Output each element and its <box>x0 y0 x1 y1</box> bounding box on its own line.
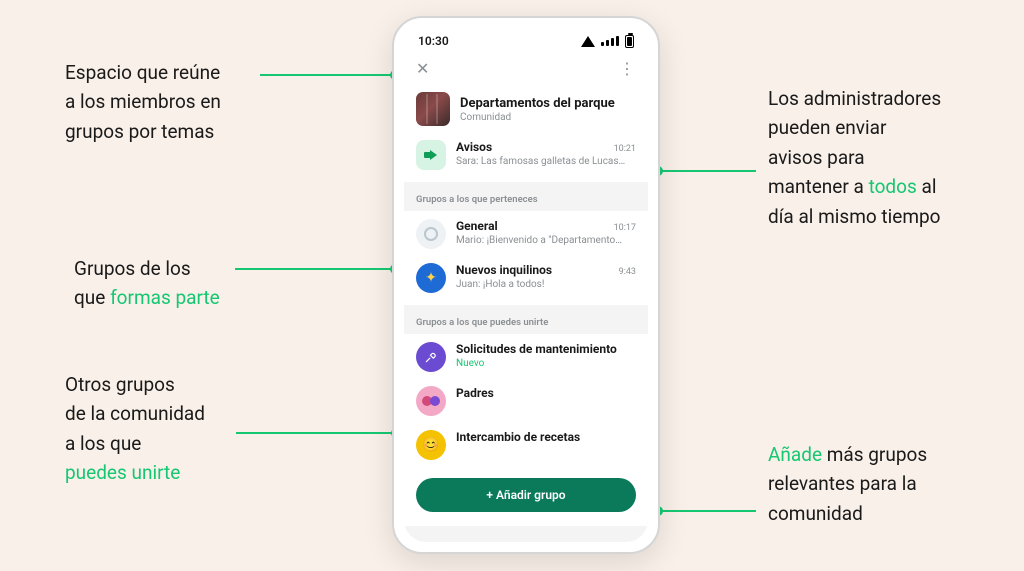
group-avatar-general <box>416 219 446 249</box>
section-label-member: Grupos a los que perteneces <box>404 182 648 211</box>
group-title: Nuevos inquilinos <box>456 263 552 277</box>
text: a los miembros en <box>65 90 221 113</box>
phone-frame: 10:30 ✕ ⋮ Departamentos del parque Comun… <box>392 16 660 554</box>
text: más grupos <box>822 443 927 466</box>
announcements-title: Avisos <box>456 140 492 154</box>
annotation-joinable-groups: Otros grupos de la comunidad a los que p… <box>65 370 205 488</box>
group-time: 9:43 <box>619 267 636 277</box>
app-top-bar: ✕ ⋮ <box>404 54 648 82</box>
group-preview: Mario: ¡Bienvenido a "Departamentos d… <box>456 235 626 246</box>
connector-line <box>658 170 756 172</box>
text: Otros grupos <box>65 373 175 396</box>
add-group-button[interactable]: + Añadir grupo <box>416 478 636 512</box>
group-avatar-maintenance <box>416 342 446 372</box>
signal-icon <box>601 36 619 46</box>
annotation-your-groups: Grupos de los que formas parte <box>74 254 220 313</box>
text: pueden enviar <box>768 116 886 139</box>
text: mantener a <box>768 175 869 198</box>
text: Los administradores <box>768 87 941 110</box>
text-highlight: formas parte <box>110 286 220 309</box>
group-avatar-tenants: ✦ <box>416 263 446 293</box>
connector-line <box>260 74 395 76</box>
group-row-mantenimiento[interactable]: Solicitudes de mantenimiento Nuevo <box>404 334 648 380</box>
community-title: Departamentos del parque <box>460 96 636 111</box>
group-tag-new: Nuevo <box>456 358 626 369</box>
community-header-card: Departamentos del parque Comunidad Aviso… <box>404 82 648 182</box>
section-label-joinable: Grupos a los que puedes unirte <box>404 305 648 334</box>
more-options-icon[interactable]: ⋮ <box>619 59 636 78</box>
text: grupos por temas <box>65 120 214 143</box>
community-subtitle: Comunidad <box>460 112 636 123</box>
group-time: 10:17 <box>614 223 636 233</box>
text-highlight: todos <box>869 175 917 198</box>
group-title: Intercambio de recetas <box>456 430 580 444</box>
connector-line <box>236 432 396 434</box>
text: de la comunidad <box>65 402 205 425</box>
group-row-nuevos-inquilinos[interactable]: ✦ Nuevos inquilinos 9:43 Juan: ¡Hola a t… <box>404 257 648 305</box>
annotation-admin-announcements: Los administradores pueden enviar avisos… <box>768 84 941 231</box>
group-preview: Juan: ¡Hola a todos! <box>456 279 626 290</box>
text: a los que <box>65 432 141 455</box>
community-header-row[interactable]: Departamentos del parque Comunidad <box>404 82 648 138</box>
tools-icon <box>424 350 438 364</box>
text-highlight: puedes unirte <box>65 461 180 484</box>
text: avisos para <box>768 146 865 169</box>
add-group-label: + Añadir grupo <box>486 488 565 502</box>
annotation-community-space: Espacio que reúne a los miembros en grup… <box>65 58 221 146</box>
group-row-padres[interactable]: Padres <box>404 380 648 424</box>
group-title: Solicitudes de mantenimiento <box>456 342 617 356</box>
group-title: General <box>456 219 498 233</box>
text: Espacio que reúne <box>65 61 220 84</box>
phone-screen: 10:30 ✕ ⋮ Departamentos del parque Comun… <box>404 28 648 542</box>
text-highlight: Añade <box>768 443 822 466</box>
group-title: Padres <box>456 386 494 400</box>
text: relevantes para la <box>768 472 917 495</box>
connector-line <box>235 268 395 270</box>
status-bar: 10:30 <box>404 28 648 54</box>
wifi-icon <box>581 36 595 47</box>
status-time: 10:30 <box>418 34 449 48</box>
group-row-recetas[interactable]: 😊 Intercambio de recetas <box>404 424 648 468</box>
community-avatar <box>416 92 450 126</box>
group-avatar-recipes: 😊 <box>416 430 446 460</box>
announcements-time: 10:21 <box>614 144 636 154</box>
text: comunidad <box>768 502 863 525</box>
annotation-add-groups: Añade más grupos relevantes para la comu… <box>768 440 927 528</box>
announcements-row[interactable]: Avisos 10:21 Sara: Las famosas galletas … <box>404 138 648 182</box>
group-avatar-parents <box>416 386 446 416</box>
text: que <box>74 286 110 309</box>
connector-line <box>658 510 756 512</box>
megaphone-icon <box>416 140 446 170</box>
text: al <box>917 175 937 198</box>
group-row-general[interactable]: General 10:17 Mario: ¡Bienvenido a "Depa… <box>404 211 648 257</box>
text: día al mismo tiempo <box>768 205 941 228</box>
battery-icon <box>625 35 634 48</box>
text: Grupos de los <box>74 257 191 280</box>
announcements-preview: Sara: Las famosas galletas de Lucas s… <box>456 156 626 167</box>
close-icon[interactable]: ✕ <box>416 59 429 78</box>
